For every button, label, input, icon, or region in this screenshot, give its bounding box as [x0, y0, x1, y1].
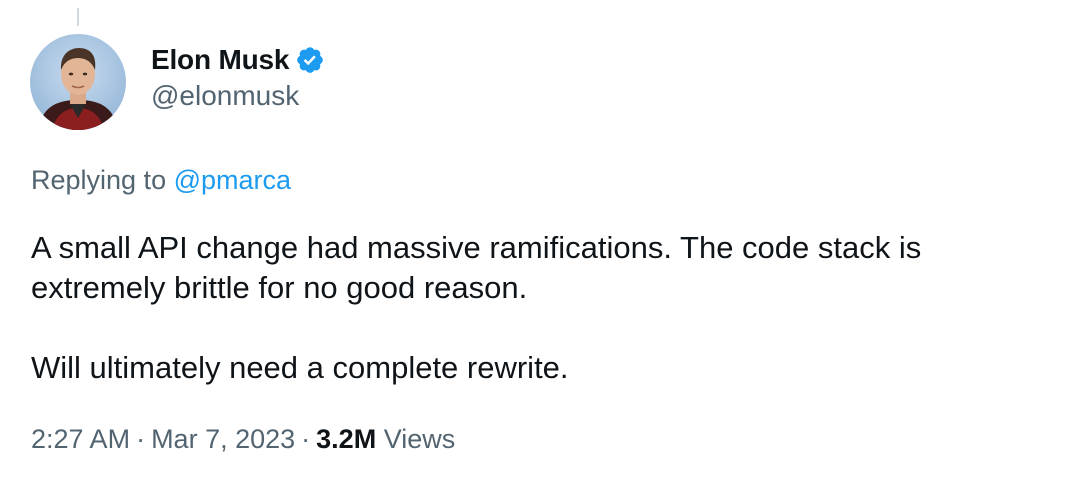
tweet-header: Elon Musk @elonmusk [30, 34, 325, 130]
meta-separator: · [301, 424, 311, 454]
author-info: Elon Musk @elonmusk [151, 34, 325, 112]
replying-to-prefix: Replying to [31, 165, 167, 195]
replying-to-handle-link[interactable]: @pmarca [174, 165, 291, 195]
avatar[interactable] [30, 34, 126, 130]
verified-badge-icon[interactable] [295, 45, 325, 75]
tweet-time[interactable]: 2:27 AM [31, 424, 130, 454]
views-label[interactable]: Views [384, 424, 456, 454]
replying-to-line: Replying to @pmarca [31, 165, 291, 196]
thread-connector-line [77, 8, 79, 26]
tweet-meta: 2:27 AM · Mar 7, 2023 · 3.2M Views [31, 424, 455, 455]
tweet-date[interactable]: Mar 7, 2023 [151, 424, 295, 454]
meta-separator: · [136, 424, 146, 454]
name-row: Elon Musk [151, 42, 325, 78]
avatar-image [30, 34, 126, 130]
views-count[interactable]: 3.2M [316, 424, 376, 454]
tweet-paragraph: A small API change had massive ramificat… [31, 230, 922, 305]
author-display-name[interactable]: Elon Musk [151, 44, 289, 76]
tweet-paragraph: Will ultimately need a complete rewrite. [31, 350, 569, 385]
author-handle[interactable]: @elonmusk [151, 80, 325, 112]
tweet-text: A small API change had massive ramificat… [31, 228, 1051, 388]
